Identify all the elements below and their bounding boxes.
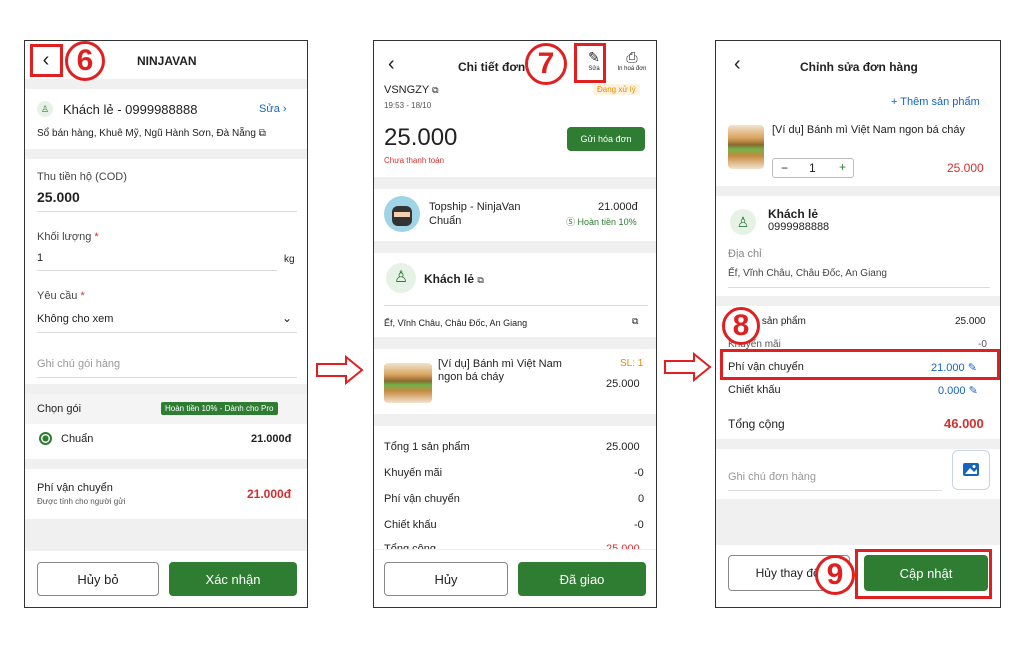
plus-icon[interactable]: + xyxy=(839,160,846,174)
product-image xyxy=(728,125,764,169)
back-button[interactable]: ‹ xyxy=(734,53,741,76)
summary-value: -0 xyxy=(634,467,644,479)
copy-icon: ⧉ xyxy=(477,275,484,285)
screen-order-detail: ‹ Chi tiết đơn hàng ✎ Sửa ⎙ In hoá đơn VSN… xyxy=(373,40,657,608)
ship-sub: Được tính cho người gửi xyxy=(37,497,126,506)
callout-6: 6 xyxy=(65,41,105,81)
order-time: 19:53 - 18/10 xyxy=(384,101,432,110)
cod-label: Thu tiền hộ (COD) xyxy=(37,171,127,183)
pencil-icon: ✎ xyxy=(968,385,978,397)
product-price: 25.000 xyxy=(947,161,984,175)
cancel-button[interactable]: Hủy xyxy=(384,562,508,596)
product-qty: SL: 1 xyxy=(620,358,644,369)
grand-total-value: 46.000 xyxy=(944,416,984,431)
order-note-input[interactable]: Ghi chú đơn hàng xyxy=(728,471,816,483)
weight-input[interactable]: 1 xyxy=(37,252,43,264)
arrow-right-icon xyxy=(316,355,364,385)
refund-label: Ⓢ Hoàn tiền 10% xyxy=(566,217,637,227)
package-note-input[interactable]: Ghi chú gói hàng xyxy=(37,358,120,370)
require-select[interactable]: Không cho xem xyxy=(37,313,113,325)
customer-name: Khách lẻ xyxy=(768,207,819,221)
callout-7: 7 xyxy=(525,43,567,85)
summary-label: Khuyến mãi xyxy=(384,467,443,479)
highlight-shipping xyxy=(720,349,1000,380)
chevron-left-icon: ‹ xyxy=(388,53,395,75)
discount-label: Chiết khấu xyxy=(728,384,781,396)
page-title: NINJAVAN xyxy=(137,54,197,68)
callout-8: 8 xyxy=(722,307,760,345)
copy-icon: ⧉ xyxy=(432,85,439,95)
status-badge: Đang xử lý xyxy=(593,84,640,95)
qty-value[interactable]: 1 xyxy=(809,161,816,175)
product-name: [Ví dụ] Bánh mì Việt Nam ngon bá cháy xyxy=(772,124,966,136)
total-items-value: 25.000 xyxy=(955,316,986,327)
add-product-link[interactable]: + Thêm sản phẩm xyxy=(891,96,980,108)
customer-label: Khách lẻ - 0999988888 xyxy=(63,102,198,117)
weight-label: Khối lượng * xyxy=(37,231,99,243)
chevron-down-icon[interactable]: ⌄ xyxy=(282,311,292,325)
image-icon xyxy=(963,463,979,476)
cod-input[interactable]: 25.000 xyxy=(37,189,80,205)
summary-value: 0 xyxy=(638,493,645,505)
person-icon: ♙ xyxy=(37,101,53,117)
package-price: 21.000đ xyxy=(251,433,292,445)
product-name: [Ví dụ] Bánh mì Việt Nam ngon bá cháy xyxy=(438,358,562,383)
radio-standard[interactable] xyxy=(39,432,52,445)
printer-icon: ⎙ xyxy=(626,49,638,65)
grand-total-label: Tổng cộng xyxy=(728,417,785,431)
ninja-avatar xyxy=(384,196,420,232)
highlight-edit xyxy=(574,43,606,83)
package-label: Chọn gói xyxy=(37,403,82,415)
qty-stepper[interactable]: − 1 + xyxy=(772,158,854,178)
copy-icon[interactable]: ⧉ xyxy=(632,316,638,327)
cancel-button[interactable]: Hủy bỏ xyxy=(37,562,159,596)
page-title: Chỉnh sửa đơn hàng xyxy=(800,60,918,74)
carrier-name: Topship - NinjaVan xyxy=(429,201,521,213)
edit-customer-link[interactable]: Sửa › xyxy=(259,103,287,115)
address-value: Ếf, Vĩnh Châu, Châu Đốc, An Giang xyxy=(728,268,887,279)
minus-icon[interactable]: − xyxy=(781,161,788,175)
delivered-button[interactable]: Đã giao xyxy=(518,562,646,596)
order-total: 25.000 xyxy=(384,124,458,151)
print-button[interactable]: ⎙ In hoá đơn xyxy=(610,49,654,72)
summary-value: -0 xyxy=(634,519,644,531)
screen-ninjavan: ‹ NINJAVAN ♙ Khách lẻ - 0999988888 Sửa ›… xyxy=(24,40,308,608)
payment-status: Chưa thanh toán xyxy=(384,156,445,165)
product-price: 25.000 xyxy=(606,378,640,390)
customer-address: Ếf, Vĩnh Châu, Châu Đốc, An Giang xyxy=(384,318,528,328)
weight-unit: kg xyxy=(284,254,295,265)
require-label: Yêu cầu * xyxy=(37,290,85,302)
product-image xyxy=(384,363,432,403)
discount-value[interactable]: 0.000 ✎ xyxy=(938,384,978,397)
customer-name: Khách lẻ ⧉ xyxy=(424,272,484,286)
summary-label: Tổng 1 sản phẩm xyxy=(384,441,470,453)
address-label: Địa chỉ xyxy=(728,248,762,260)
ship-value: 21.000đ xyxy=(247,487,292,501)
package-badge: Hoàn tiền 10% - Dành cho Pro xyxy=(161,402,278,415)
callout-9: 9 xyxy=(815,555,855,595)
address-text: Sổ bán hàng, Khuê Mỹ, Ngũ Hành Sơn, Đà N… xyxy=(37,128,266,139)
confirm-button[interactable]: Xác nhận xyxy=(169,562,297,596)
chevron-left-icon: ‹ xyxy=(734,53,741,75)
highlight-update xyxy=(855,549,992,599)
package-option: Chuẩn xyxy=(61,433,94,445)
arrow-right-icon xyxy=(664,352,712,382)
ship-label: Phí vận chuyển xyxy=(37,482,113,494)
copy-icon: ⧉ xyxy=(258,128,266,139)
customer-avatar: ♙ xyxy=(386,263,416,293)
order-code: VSNGZY ⧉ xyxy=(384,84,439,96)
carrier-price: 21.000đ xyxy=(598,201,638,213)
send-invoice-button[interactable]: Gửi hóa đơn xyxy=(567,127,645,151)
customer-phone: 0999988888 xyxy=(768,221,830,233)
summary-label: Chiết khấu xyxy=(384,519,437,531)
back-button[interactable]: ‹ xyxy=(388,53,395,76)
summary-value: 25.000 xyxy=(606,441,640,453)
carrier-service: Chuẩn xyxy=(429,215,462,227)
image-upload-button[interactable] xyxy=(952,450,990,490)
highlight-back xyxy=(30,44,63,77)
summary-label: Phí vận chuyển xyxy=(384,493,460,505)
coin-icon: Ⓢ xyxy=(566,217,576,227)
customer-avatar: ♙ xyxy=(730,209,756,235)
